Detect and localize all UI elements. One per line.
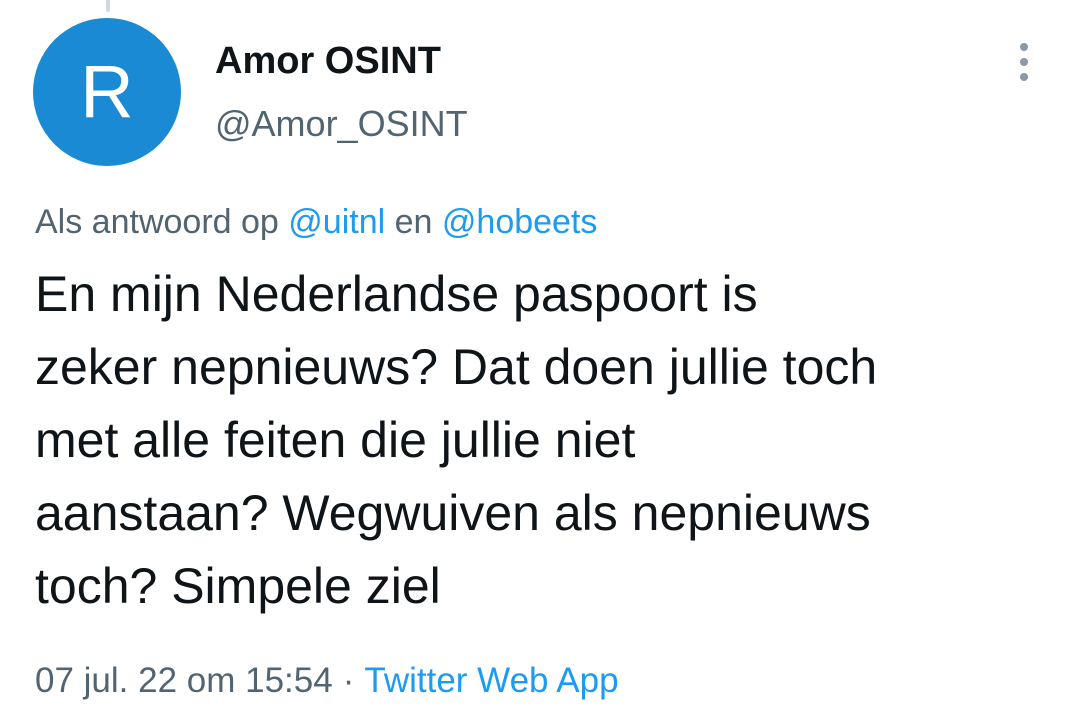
meta-separator: · [342,661,355,700]
tweet-timestamp[interactable]: 07 jul. 22 om 15:54 [35,661,333,700]
tweet-text: En mijn Nederlandse paspoort is zeker ne… [35,258,1065,623]
author-handle[interactable]: @Amor_OSINT [215,102,935,146]
tweet-text-line: aanstaan? Wegwuiven als nepnieuws [35,485,871,541]
reply-joiner: en [394,203,433,241]
tweet-text-line: met alle feiten die jullie niet [35,412,636,468]
author-block: Amor OSINT @Amor_OSINT [215,38,935,146]
avatar-initial: R [80,50,134,133]
mention-link-uitnl[interactable]: @uitnl [288,203,385,241]
reply-prefix: Als antwoord op [35,203,279,241]
more-options-button[interactable] [1004,40,1044,84]
tweet-text-line: En mijn Nederlandse paspoort is [35,266,758,322]
author-display-name[interactable]: Amor OSINT [215,38,935,84]
tweet-meta: 07 jul. 22 om 15:54 · Twitter Web App [35,658,619,704]
tweet-source-link[interactable]: Twitter Web App [364,661,618,700]
reply-context: Als antwoord op @uitnl en @hobeets [35,200,597,244]
tweet-text-line: zeker nepnieuws? Dat doen jullie toch [35,339,878,395]
thread-connector-line [106,0,110,12]
tweet-text-line: toch? Simpele ziel [35,558,441,614]
mention-link-hobeets[interactable]: @hobeets [442,203,598,241]
avatar[interactable]: R [33,18,181,166]
more-vertical-icon [1020,43,1028,81]
